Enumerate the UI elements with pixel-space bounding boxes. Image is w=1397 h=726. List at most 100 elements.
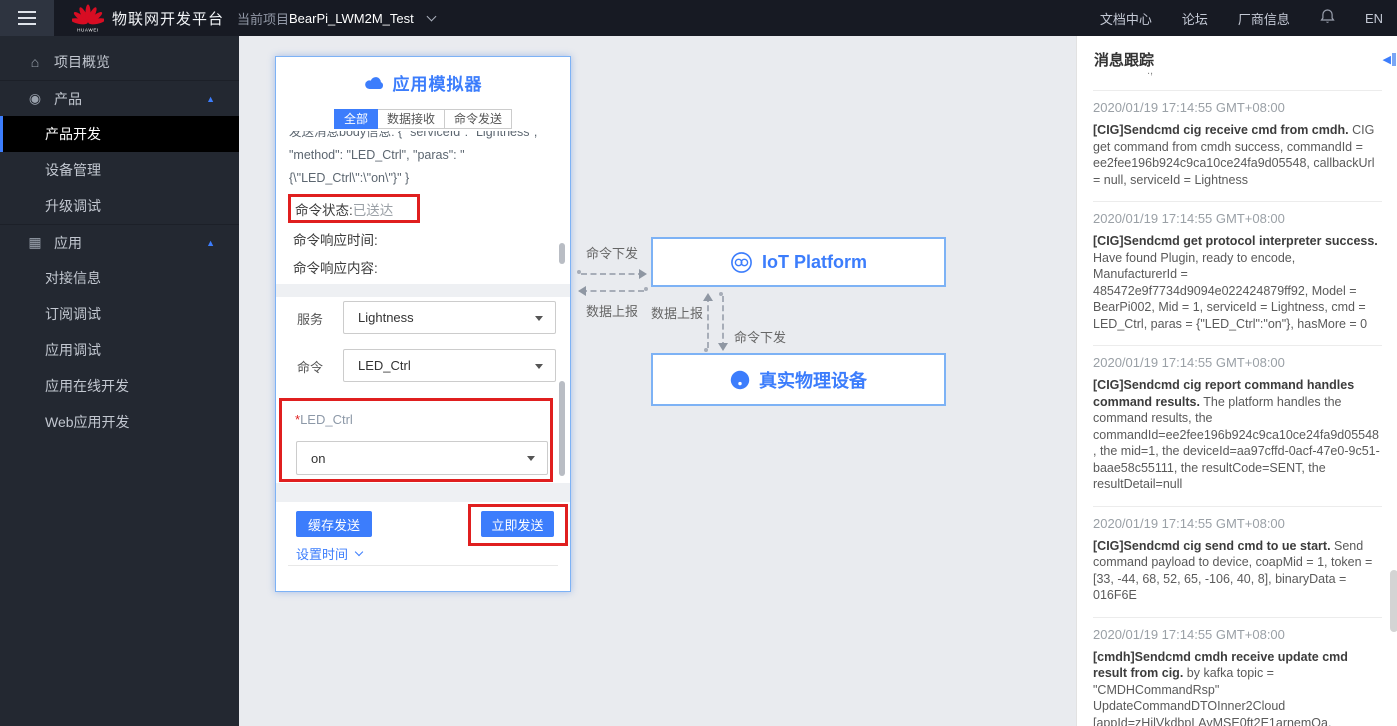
- log-line-3: {\"LED_Ctrl\":\"on\"}" }: [289, 171, 410, 185]
- project-selector[interactable]: BearPi_LWM2M_Test: [289, 0, 437, 36]
- sidebar-item-project-overview[interactable]: ⌂ 项目概览: [0, 44, 239, 80]
- trace-message: [CIG]Sendcmd get protocol interpreter su…: [1093, 234, 1378, 331]
- log-line-2: "method": "LED_Ctrl", "paras": ": [289, 148, 465, 162]
- log-line-clipped: 发送消息body信息: { "serviceId": "Lightness",: [289, 131, 538, 139]
- inner-scrollbar-thumb[interactable]: [559, 243, 565, 264]
- sidebar-item-label: 应用调试: [45, 342, 101, 358]
- data-up-label: 数据上报: [586, 304, 639, 319]
- sidebar-item-label: 应用在线开发: [45, 378, 129, 394]
- trace-entry: 2020/01/19 17:14:55 GMT+08:00 [CIG]Sendcm…: [1093, 346, 1382, 507]
- command-select[interactable]: LED_Ctrl: [343, 349, 556, 382]
- response-content-label: 命令响应内容:: [293, 261, 378, 276]
- param-label: *LED_Ctrl: [295, 412, 353, 427]
- sidebar: ⌂ 项目概览 ◉ 产品 ▲ 产品开发设备管理升级调试 ▦ 应用 ▲ 对接信息订阅调试应用调试应用在…: [0, 36, 239, 726]
- send-message-log: 发送消息body信息: { "serviceId": "Lightness", …: [289, 131, 553, 197]
- topbar-link-vendor-info[interactable]: 厂商信息: [1238, 9, 1290, 28]
- trace-entry: 2020/01/19 17:14:55 GMT+08:00 [CIG]Sendcm…: [1093, 507, 1382, 618]
- trace-message: [CIG]Sendcmd cig report command handles …: [1093, 378, 1380, 491]
- real-device-node[interactable]: 真实物理设备: [651, 353, 946, 406]
- apps-icon: ▦: [28, 234, 42, 250]
- topbar-link-doc-center[interactable]: 文档中心: [1100, 9, 1152, 28]
- section-separator: [276, 284, 570, 297]
- command-label: 命令: [297, 360, 324, 375]
- caret-down-icon: [535, 315, 543, 321]
- sidebar-item-upgrade-debug[interactable]: 升级调试: [0, 188, 239, 224]
- panel-scrollbar-thumb[interactable]: [559, 381, 565, 476]
- v-cmd-down-label: 命令下发: [734, 330, 787, 345]
- trace-timestamp: 2020/01/19 17:14:55 GMT+08:00: [1093, 626, 1285, 642]
- divider: [288, 565, 558, 566]
- sidebar-item-app-debug[interactable]: 应用调试: [0, 332, 239, 368]
- topbar-links: 文档中心 论坛 厂商信息: [1100, 9, 1290, 28]
- sidebar-item-subscription-debug[interactable]: 订阅调试: [0, 296, 239, 332]
- sidebar-item-label: 项目概览: [54, 54, 110, 70]
- hamburger-icon: [18, 17, 36, 19]
- trace-message: [cmdh]Sendcmd cmdh receive update cmd re…: [1093, 649, 1348, 726]
- sidebar-item-label: 产品开发: [45, 126, 101, 142]
- param-value: on: [311, 450, 326, 466]
- sidebar-item-product-dev[interactable]: 产品开发: [0, 116, 239, 152]
- home-icon: ⌂: [30, 54, 40, 70]
- param-value-select[interactable]: on: [296, 441, 548, 475]
- sidebar-item-device-mgmt[interactable]: 设备管理: [0, 152, 239, 188]
- sidebar-item-product[interactable]: ◉ 产品 ▲: [0, 80, 239, 116]
- topbar: HUAWEI 物联网开发平台 当前项目 BearPi_LWM2M_Test 文档…: [0, 0, 1397, 36]
- chevron-up-icon: ▲: [206, 237, 215, 248]
- tab-all[interactable]: 全部: [333, 109, 378, 129]
- send-now-button[interactable]: 立即发送: [481, 511, 554, 537]
- huawei-logo-icon: HUAWEI: [72, 4, 104, 33]
- simulator-title-text: 应用模拟器: [392, 75, 483, 94]
- trace-timestamp: 2020/01/19 17:14:55 GMT+08:00: [1093, 515, 1285, 531]
- command-status-row: 命令状态: 已送达: [288, 194, 420, 223]
- topbar-link-forum[interactable]: 论坛: [1182, 9, 1208, 28]
- trace-scrollbar-thumb[interactable]: [1390, 570, 1397, 632]
- data-up-arrow: [578, 286, 648, 296]
- command-select-value: LED_Ctrl: [358, 358, 411, 373]
- real-device-label: 真实物理设备: [759, 370, 867, 391]
- service-select[interactable]: Lightness: [343, 301, 556, 334]
- caret-down-icon: [535, 363, 543, 369]
- sim-tabs: 全部 数据接收 命令发送: [276, 109, 570, 129]
- caret-down-icon: [527, 456, 535, 461]
- trace-timestamp: 2020/01/19 17:14:55 GMT+08:00: [1093, 355, 1285, 370]
- set-time-link[interactable]: 设置时间: [296, 544, 364, 563]
- sidebar-item-docking-info[interactable]: 对接信息: [0, 260, 239, 296]
- trace-list: 2020/01/19 17:14:55 GMT+08:00 [CIG]Sendcm…: [1093, 90, 1382, 726]
- message-trace-title: 消息跟踪: [1094, 52, 1155, 69]
- product-icon: ◉: [28, 90, 42, 106]
- v-cmd-down-arrow: [718, 292, 728, 351]
- current-project-label: 当前项目: [237, 11, 290, 27]
- sidebar-item-label: Web应用开发: [45, 414, 130, 430]
- menu-toggle-button[interactable]: [0, 0, 54, 36]
- iot-platform-node[interactable]: IoT Platform: [651, 237, 946, 287]
- sidebar-menu: ⌂ 项目概览 ◉ 产品 ▲ 产品开发设备管理升级调试 ▦ 应用 ▲ 对接信息订阅调试应用调试应用在…: [0, 36, 239, 440]
- language-switch[interactable]: EN: [1365, 11, 1383, 26]
- sidebar-item-web-app-dev[interactable]: Web应用开发: [0, 404, 239, 440]
- cmd-down-label: 命令下发: [586, 246, 639, 261]
- notification-bell-icon[interactable]: [1320, 8, 1335, 29]
- svg-text:HUAWEI: HUAWEI: [77, 28, 99, 33]
- iot-platform-label: IoT Platform: [761, 251, 867, 272]
- command-status-value: 已送达: [352, 202, 394, 218]
- tab-cmd-send[interactable]: 命令发送: [445, 109, 513, 129]
- trace-entry: 2020/01/19 17:14:55 GMT+08:00 [CIG]Sendcm…: [1093, 202, 1382, 346]
- service-select-value: Lightness: [358, 310, 414, 325]
- sidebar-item-label: 订阅调试: [45, 306, 101, 322]
- sidebar-item-application[interactable]: ▦ 应用 ▲: [0, 224, 239, 260]
- sidebar-item-app-online-dev[interactable]: 应用在线开发: [0, 368, 239, 404]
- trace-entry: 2020/01/19 17:14:55 GMT+08:00 [cmdh]Sendc…: [1093, 618, 1382, 726]
- collapse-panel-button[interactable]: ◀: [1383, 53, 1396, 66]
- tab-data-receive[interactable]: 数据接收: [377, 109, 445, 129]
- v-data-up-arrow: [703, 293, 713, 352]
- response-time-label: 命令响应时间:: [293, 233, 378, 248]
- cache-send-button[interactable]: 缓存发送: [296, 511, 372, 537]
- sidebar-item-label: 应用: [54, 234, 82, 251]
- app-title: 物联网开发平台: [112, 10, 225, 28]
- sidebar-item-label: 设备管理: [45, 162, 101, 178]
- sidebar-item-label: 产品: [54, 90, 82, 107]
- trace-timestamp: 2020/01/19 17:14:55 GMT+08:00: [1093, 100, 1285, 115]
- service-label: 服务: [297, 312, 324, 327]
- simulator-title: 应用模拟器: [276, 70, 570, 95]
- cmd-down-arrow: [577, 269, 647, 279]
- chevron-down-icon: [354, 547, 364, 557]
